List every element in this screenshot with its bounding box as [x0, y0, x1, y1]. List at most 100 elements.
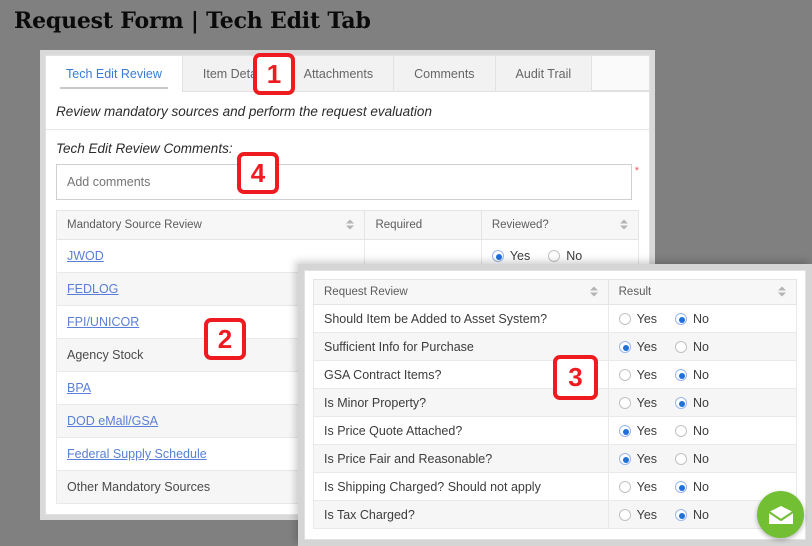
radio-result-yes[interactable]: Yes [618, 311, 658, 326]
radio-label: Yes [636, 479, 658, 494]
radio-label: No [693, 451, 710, 466]
comments-input[interactable] [56, 164, 632, 200]
radio-result-no[interactable]: No [675, 368, 709, 382]
table-row: Is Price Fair and Reasonable? Yes No [313, 444, 798, 473]
radio-label: No [693, 507, 710, 522]
radio-result-yes[interactable]: Yes [618, 340, 657, 354]
callout-marker-4: 4 [237, 152, 279, 194]
radio-selected-icon[interactable] [675, 480, 688, 493]
radio-reviewed-yes[interactable]: Yes [491, 249, 531, 263]
column-header-label: Request Review [324, 286, 408, 298]
radio-result-yes[interactable]: Yes [618, 424, 657, 438]
cell-question: Is Price Fair and Reasonable? [313, 444, 609, 473]
radio-unselected-icon[interactable] [548, 250, 561, 262]
radio-selected-icon[interactable] [675, 508, 688, 521]
callout-marker-1: 1 [253, 53, 295, 95]
radio-result-yes[interactable]: Yes [618, 395, 658, 410]
radio-reviewed-no[interactable]: No [548, 249, 582, 263]
column-header-required[interactable]: Required [364, 210, 482, 240]
radio-group: Yes No [618, 395, 786, 410]
sort-icon[interactable] [589, 286, 598, 298]
required-asterisk: * [634, 165, 639, 177]
column-header-request-review[interactable]: Request Review [313, 279, 609, 305]
radio-selected-icon[interactable] [491, 250, 504, 262]
radio-result-yes[interactable]: Yes [618, 368, 657, 382]
table-row: Is Shipping Charged? Should not apply Yes… [313, 472, 798, 501]
sort-icon[interactable] [778, 286, 786, 298]
source-link[interactable]: JWOD [67, 249, 104, 263]
tab-label: Tech Edit Review [66, 67, 162, 81]
comments-row: * [46, 164, 649, 200]
radio-group: Yes No [618, 479, 786, 494]
column-header-result[interactable]: Result [607, 279, 798, 305]
radio-result-yes[interactable]: Yes [618, 508, 657, 522]
radio-selected-icon[interactable] [618, 340, 631, 353]
radio-unselected-icon[interactable] [675, 340, 688, 353]
radio-result-no[interactable]: No [675, 508, 709, 522]
cell-question: Is Price Quote Attached? [313, 416, 609, 445]
tab-bar: Tech Edit Review Item Detail Attachments… [46, 56, 649, 92]
radio-result-yes[interactable]: Yes [618, 452, 657, 466]
tab-comments[interactable]: Comments [394, 56, 496, 92]
radio-group: Yes No [618, 340, 786, 354]
radio-unselected-icon[interactable] [618, 480, 631, 493]
request-review-panel: Request Review Result Should Item be Add… [298, 264, 812, 546]
radio-selected-icon[interactable] [618, 424, 631, 437]
cell-result: Yes No [607, 360, 798, 389]
radio-group: Yes No [618, 424, 786, 438]
table-header-row: Request Review Result [313, 279, 798, 305]
radio-result-no[interactable]: No [675, 452, 709, 466]
tab-label: Comments [414, 67, 475, 81]
column-header-label: Required [375, 219, 423, 231]
radio-selected-icon[interactable] [675, 396, 688, 409]
source-text: Agency Stock [67, 348, 144, 362]
table-header-row: Mandatory Source Review Required Reviewe… [55, 210, 640, 240]
table-row: Is Price Quote Attached? Yes No [313, 416, 798, 445]
tab-attachments[interactable]: Attachments [283, 56, 395, 92]
radio-unselected-icon[interactable] [618, 508, 631, 521]
source-link[interactable]: DOD eMall/GSA [67, 414, 158, 428]
radio-selected-icon[interactable] [618, 452, 631, 465]
cell-question: Should Item be Added to Asset System? [313, 304, 609, 333]
radio-result-no[interactable]: No [675, 480, 709, 494]
radio-group: Yes No [491, 249, 628, 263]
radio-label: Yes [636, 311, 658, 326]
radio-result-no[interactable]: No [675, 396, 709, 410]
table-row: Should Item be Added to Asset System? Yes… [313, 304, 798, 333]
column-header-label: Mandatory Source Review [67, 219, 202, 231]
request-review-table: Request Review Result Should Item be Add… [313, 279, 798, 529]
radio-selected-icon[interactable] [675, 368, 688, 381]
source-link[interactable]: FPI/UNICOR [67, 315, 139, 329]
panel-subtitle: Review mandatory sources and perform the… [46, 92, 649, 130]
radio-result-no[interactable]: No [675, 424, 709, 438]
radio-unselected-icon[interactable] [675, 452, 688, 465]
radio-result-yes[interactable]: Yes [618, 479, 658, 494]
radio-result-no[interactable]: No [675, 312, 709, 326]
radio-label: No [693, 395, 710, 410]
sort-icon[interactable] [346, 219, 355, 231]
column-header-reviewed[interactable]: Reviewed? [480, 210, 640, 240]
column-header-mandatory-source-review[interactable]: Mandatory Source Review [55, 210, 366, 240]
radio-label: No [693, 479, 710, 494]
tab-tech-edit-review[interactable]: Tech Edit Review [46, 56, 183, 92]
sort-icon[interactable] [620, 219, 628, 231]
cell-result: Yes No [607, 444, 798, 473]
radio-unselected-icon[interactable] [618, 312, 631, 325]
radio-label: Yes [509, 249, 531, 263]
radio-unselected-icon[interactable] [618, 396, 631, 409]
tab-label: Audit Trail [515, 67, 572, 81]
radio-result-no[interactable]: No [675, 340, 709, 354]
column-header-label: Reviewed? [491, 219, 549, 231]
radio-group: Yes No [618, 368, 786, 382]
source-link[interactable]: FEDLOG [67, 282, 118, 296]
source-link[interactable]: Federal Supply Schedule [67, 447, 207, 461]
radio-label: Yes [636, 395, 658, 410]
radio-selected-icon[interactable] [675, 312, 688, 325]
source-link[interactable]: BPA [67, 381, 91, 395]
tab-bar-filler [592, 56, 649, 91]
cell-question: Is Shipping Charged? Should not apply [313, 472, 609, 501]
tab-audit-trail[interactable]: Audit Trail [495, 56, 593, 92]
radio-unselected-icon[interactable] [618, 368, 631, 381]
radio-unselected-icon[interactable] [675, 424, 688, 437]
help-envelope-button[interactable] [757, 491, 804, 538]
